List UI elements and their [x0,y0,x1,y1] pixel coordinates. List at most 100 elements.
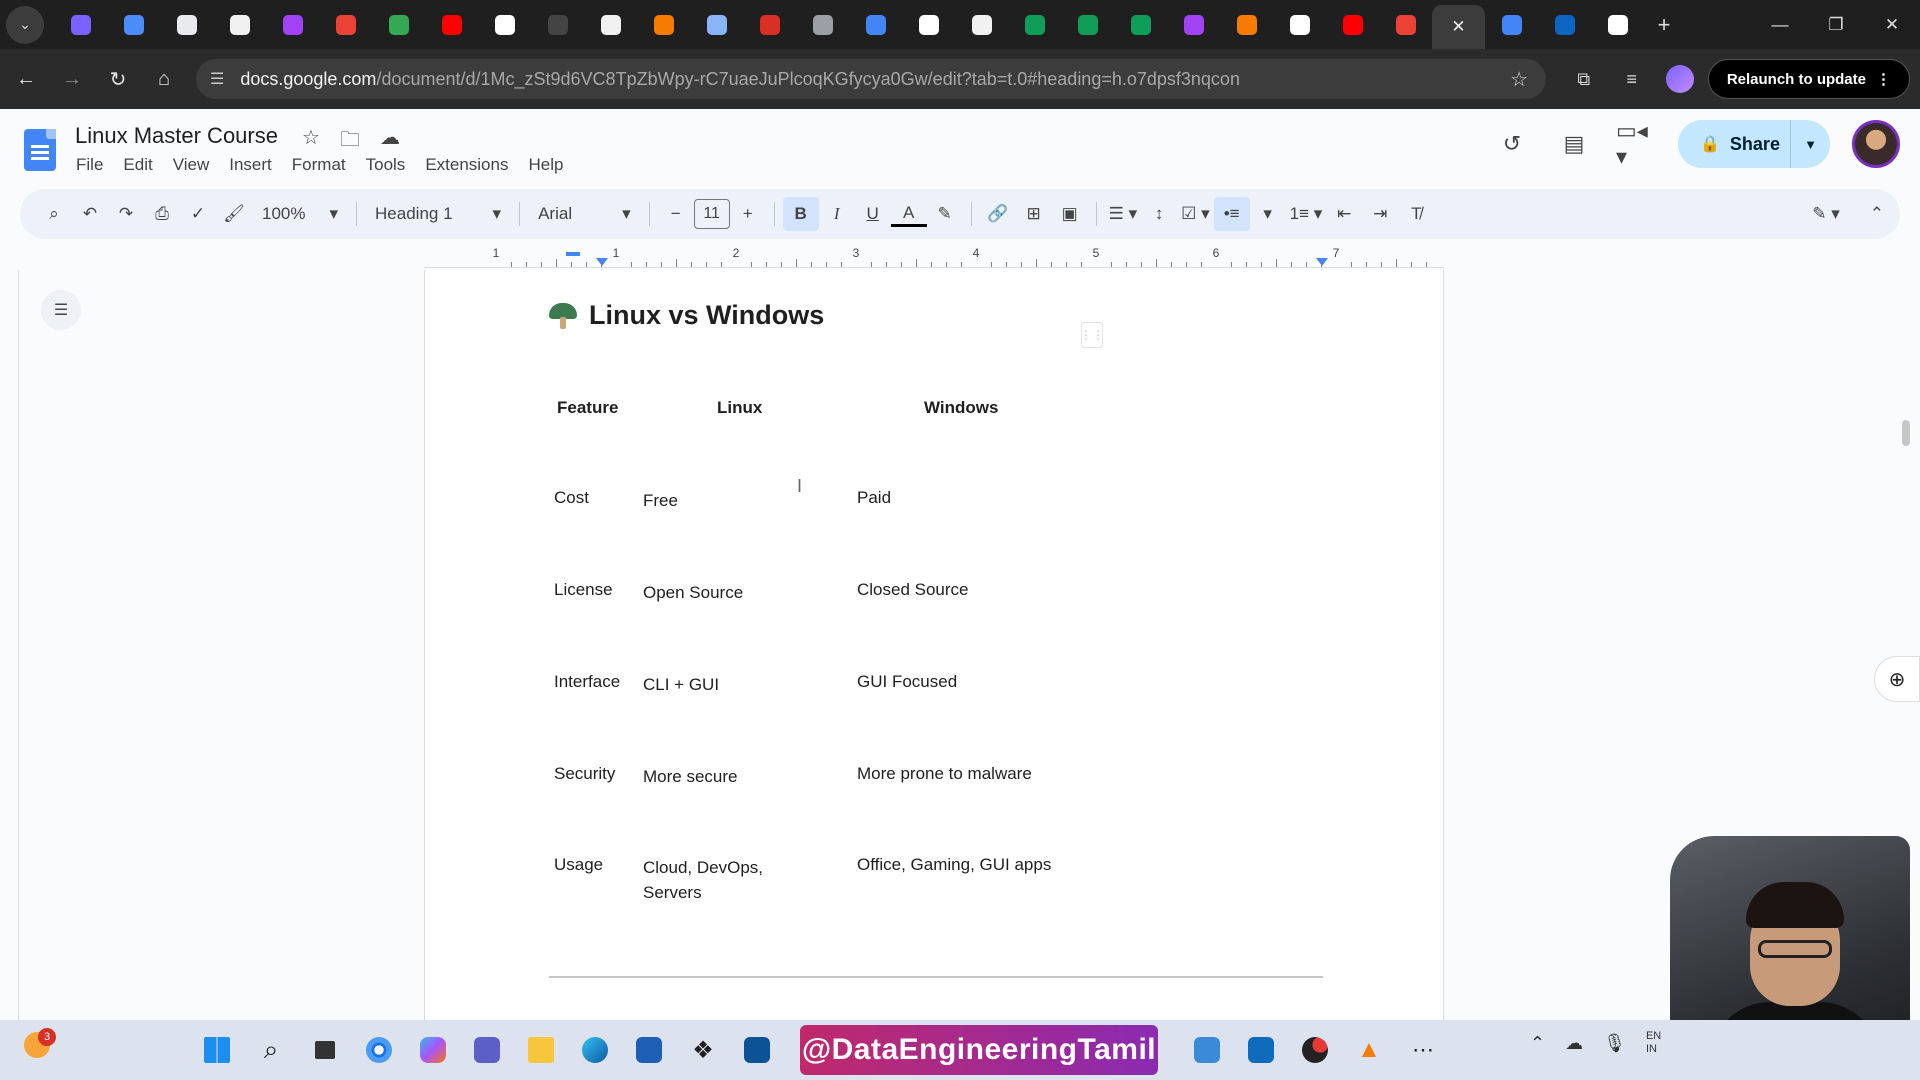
decrease-font-size-button[interactable]: − [658,197,694,231]
browser-tab[interactable] [1220,5,1273,45]
ruler[interactable]: 1 1 2 3 4 5 6 7 [424,246,1444,268]
browser-tab[interactable] [849,5,902,45]
more-apps-button[interactable]: ⋯ [1403,1030,1443,1070]
table-header-linux[interactable]: Linux [717,398,762,418]
browser-tab[interactable] [1538,5,1591,45]
browser-tab[interactable] [1326,5,1379,45]
browser-tab[interactable] [690,5,743,45]
cell-feature[interactable]: Cost [554,488,589,508]
cell-windows[interactable]: Paid [857,488,891,508]
browser-tab[interactable] [955,5,1008,45]
snipping-tool-button[interactable] [1187,1030,1227,1070]
first-line-indent-marker[interactable] [566,252,580,256]
browser-tab[interactable] [1114,5,1167,45]
tab-search-button[interactable]: ⌄ [6,5,44,44]
menu-help[interactable]: Help [518,155,573,175]
close-tab-icon[interactable]: ✕ [1451,17,1465,37]
increase-font-size-button[interactable]: + [730,197,766,231]
browser-tab[interactable] [531,5,584,45]
bold-button[interactable]: B [782,197,819,231]
browser-tab[interactable] [1485,5,1538,45]
heading-text[interactable]: Linux vs Windows [589,300,824,331]
menu-tools[interactable]: Tools [356,155,416,175]
clear-formatting-icon[interactable]: T̸ [1398,197,1434,231]
collapse-menus-icon[interactable]: ⌃ [1870,204,1884,224]
extensions-icon[interactable]: ⧉ [1564,59,1604,99]
browser-tab[interactable] [1008,5,1061,45]
browser-tab[interactable] [213,5,266,45]
move-folder-icon[interactable]: 🗀 [340,125,360,159]
document-title[interactable]: Linux Master Course [75,123,278,149]
browser-tab[interactable] [1061,5,1114,45]
search-menus-icon[interactable]: ⌕ [36,197,72,231]
menu-format[interactable]: Format [282,155,356,175]
underline-button[interactable]: U [855,197,891,231]
browser-tab[interactable] [425,5,478,45]
docs-logo-icon[interactable] [24,129,56,171]
align-menu-icon[interactable]: ☰ ▾ [1105,197,1142,231]
chrome-app-button[interactable] [359,1030,399,1070]
menu-file[interactable]: File [66,155,113,175]
numbered-list-icon[interactable]: 1≡ ▾ [1286,197,1327,231]
table-drag-handle-icon[interactable]: ⋮⋮ [1080,322,1104,348]
browser-tab[interactable] [266,5,319,45]
bullet-dropdown-icon[interactable]: ▾ [1250,197,1286,231]
browser-tab[interactable] [1273,5,1326,45]
cell-feature[interactable]: License [554,580,613,600]
bulleted-list-icon[interactable]: •≡ [1213,197,1250,231]
star-icon[interactable]: ☆ [302,125,320,159]
browser-tab[interactable] [902,5,955,45]
terminal-app-button[interactable] [737,1030,777,1070]
explore-button[interactable]: ⊕ [1874,656,1920,702]
paint-format-icon[interactable]: 🖌 [216,197,252,231]
text-color-button[interactable]: A [890,201,927,227]
cloud-status-icon[interactable]: ☁ [380,125,400,159]
home-button[interactable]: ⌂ [144,59,184,99]
forward-button[interactable]: → [52,59,92,99]
table-header-windows[interactable]: Windows [924,398,998,418]
address-bar[interactable]: ☰ docs.google.com/document/d/1Mc_zSt9d6V… [196,59,1546,99]
cell-linux[interactable]: CLI + GUI [643,672,813,697]
copilot-app-button[interactable] [413,1030,453,1070]
mail-app-button[interactable] [1241,1030,1281,1070]
recorder-app-button[interactable] [1295,1030,1335,1070]
profile-button[interactable] [1660,59,1700,99]
add-comment-icon[interactable]: ⊞ [1016,197,1052,231]
meet-button[interactable]: ▭◂ ▾ [1616,118,1656,169]
zoom-select[interactable]: 100% ▾ [252,197,348,231]
menu-extensions[interactable]: Extensions [415,155,518,175]
close-window-button[interactable]: ✕ [1864,0,1920,49]
start-button[interactable] [197,1030,237,1070]
table-header-feature[interactable]: Feature [557,398,618,418]
vlc-app-button[interactable]: ▲ [1349,1030,1389,1070]
right-indent-marker[interactable] [1316,258,1328,266]
browser-tab-active[interactable]: ✕ [1432,5,1485,49]
search-button[interactable]: ⌕ [251,1030,291,1070]
share-dropdown-button[interactable]: ▼ [1790,120,1830,168]
reload-button[interactable]: ↻ [98,59,138,99]
browser-tab[interactable] [54,5,107,45]
redo-icon[interactable]: ↷ [108,197,144,231]
browser-tab[interactable] [796,5,849,45]
browser-tab[interactable] [160,5,213,45]
cell-feature[interactable]: Security [554,764,615,784]
cell-linux[interactable]: Open Source [643,580,813,605]
editing-mode-icon[interactable]: ✎ ▾ [1812,204,1840,224]
left-indent-marker[interactable] [596,258,608,266]
browser-tab[interactable] [637,5,690,45]
chevron-up-icon[interactable]: ⌃ [1530,1033,1545,1054]
microphone-icon[interactable]: 🎙 [1603,1033,1626,1054]
font-size-input[interactable]: 11 [693,199,730,229]
undo-icon[interactable]: ↶ [72,197,108,231]
cell-windows[interactable]: More prone to malware [857,764,1032,784]
file-explorer-button[interactable] [521,1030,561,1070]
comments-icon[interactable]: ▤ [1554,124,1594,164]
menu-view[interactable]: View [163,155,220,175]
cell-feature[interactable]: Usage [554,855,603,875]
cell-windows[interactable]: Office, Gaming, GUI apps [857,855,1051,875]
store-app-button[interactable] [629,1030,669,1070]
site-info-icon[interactable]: ☰ [210,69,224,89]
browser-tab[interactable] [1167,5,1220,45]
insert-link-icon[interactable]: 🔗 [980,197,1016,231]
edge-app-button[interactable] [575,1030,615,1070]
